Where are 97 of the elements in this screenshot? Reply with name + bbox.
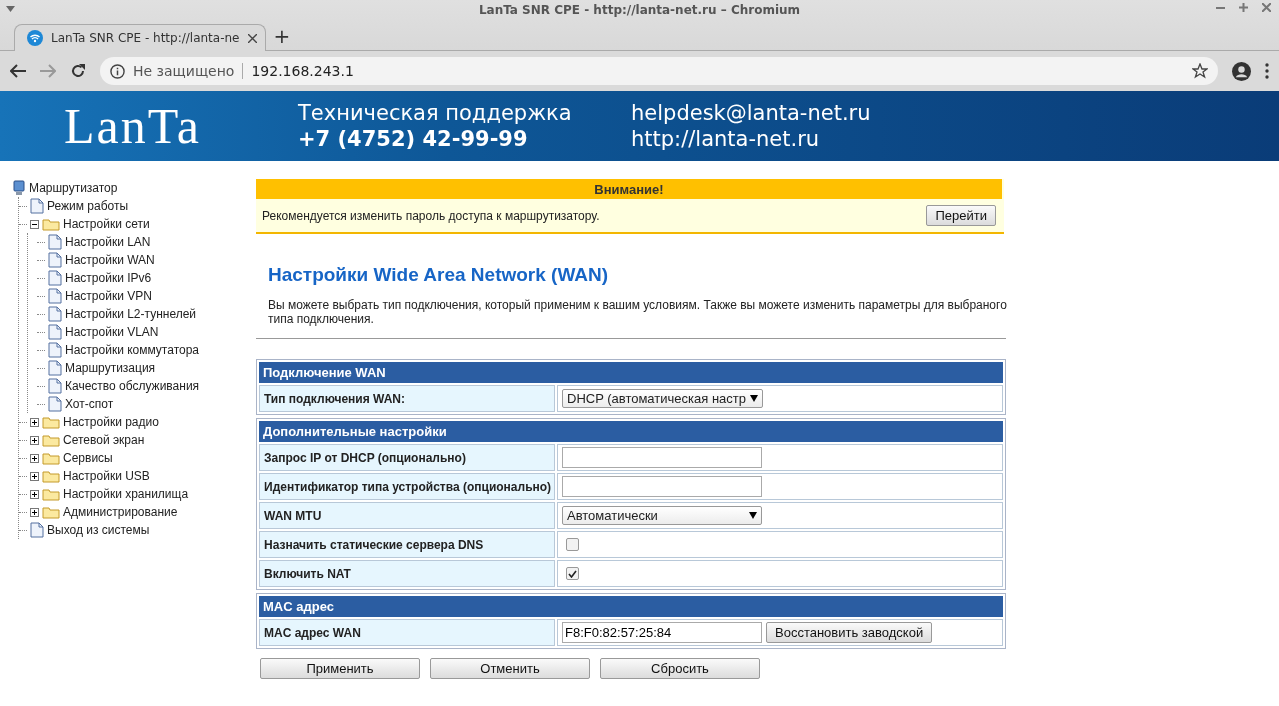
sidebar-item[interactable]: Настройки VLAN bbox=[65, 325, 159, 339]
security-status: Не защищено bbox=[133, 63, 244, 79]
sidebar-item[interactable]: Настройки коммутатора bbox=[65, 343, 200, 357]
folder-icon bbox=[42, 415, 60, 429]
restore-button[interactable]: Восстановить заводской bbox=[766, 622, 933, 643]
close-icon[interactable] bbox=[1262, 3, 1271, 12]
info-icon[interactable] bbox=[110, 63, 125, 79]
page-icon bbox=[30, 198, 44, 214]
sidebar-item[interactable]: Настройки LAN bbox=[65, 235, 151, 249]
support-email: helpdesk@lanta-net.ru bbox=[631, 101, 872, 125]
sidebar-item[interactable]: Качество обслуживания bbox=[65, 379, 200, 393]
new-tab-button[interactable]: + bbox=[273, 24, 291, 48]
checkbox[interactable] bbox=[566, 538, 579, 551]
page-icon bbox=[30, 522, 44, 538]
page-icon bbox=[48, 288, 62, 304]
field-label: Идентификатор типа устройства (опционально) bbox=[259, 473, 555, 500]
page-icon bbox=[48, 306, 62, 322]
dropdown[interactable]: Автоматически bbox=[562, 506, 762, 525]
wifi-icon bbox=[27, 30, 43, 46]
folder-icon bbox=[42, 217, 60, 231]
sidebar-item[interactable]: Хот-спот bbox=[65, 397, 114, 411]
account-icon[interactable] bbox=[1232, 61, 1251, 81]
page-icon bbox=[48, 342, 62, 358]
sidebar-item[interactable]: Настройки хранилища bbox=[63, 487, 189, 501]
input-field[interactable] bbox=[562, 476, 762, 497]
page-title: Настройки Wide Area Network (WAN) bbox=[268, 264, 610, 286]
computer-icon bbox=[12, 180, 26, 196]
support-phone: +7 (4752) 42-99-99 bbox=[298, 127, 529, 151]
expand-icon[interactable] bbox=[30, 507, 39, 517]
sidebar-item[interactable]: Администрирование bbox=[63, 505, 178, 519]
tab-title: LanTa SNR CPE - http://lanta-ne bbox=[51, 31, 240, 45]
folder-icon bbox=[42, 487, 60, 501]
sidebar-item[interactable]: Маршрутизатор bbox=[29, 181, 118, 195]
menu-icon[interactable] bbox=[1265, 63, 1269, 79]
page-icon bbox=[48, 360, 62, 376]
sidebar-item[interactable]: Выход из системы bbox=[47, 523, 150, 537]
back-icon[interactable] bbox=[10, 64, 26, 78]
expand-icon[interactable] bbox=[30, 489, 39, 499]
menu-caret-icon[interactable] bbox=[6, 6, 15, 12]
folder-icon bbox=[42, 469, 60, 483]
go-button[interactable]: Перейти bbox=[926, 205, 996, 226]
sidebar-item[interactable]: Настройки IPv6 bbox=[65, 271, 152, 285]
field-label: MAC адрес WAN bbox=[259, 619, 555, 646]
sidebar-item[interactable]: Сервисы bbox=[63, 451, 113, 465]
sidebar-item[interactable]: Настройки сети bbox=[63, 217, 150, 231]
section-header: MAC адрес bbox=[259, 596, 1003, 617]
field-label: Включить NAT bbox=[259, 560, 555, 587]
field-label: Тип подключения WAN: bbox=[259, 385, 555, 412]
page-icon bbox=[48, 234, 62, 250]
folder-icon bbox=[42, 433, 60, 447]
site-url: http://lanta-net.ru bbox=[631, 127, 821, 151]
url-field[interactable]: 192.168.243.1 bbox=[251, 63, 1184, 79]
page-icon bbox=[48, 270, 62, 286]
dropdown[interactable]: DHCP (автоматическая настр bbox=[562, 389, 763, 408]
sidebar-item[interactable]: Настройки VPN bbox=[65, 289, 152, 303]
folder-icon bbox=[42, 451, 60, 465]
collapse-icon[interactable] bbox=[30, 219, 39, 229]
action-button[interactable]: Сбросить bbox=[600, 658, 760, 679]
expand-icon[interactable] bbox=[30, 453, 39, 463]
expand-icon[interactable] bbox=[30, 471, 39, 481]
folder-icon bbox=[42, 505, 60, 519]
close-icon[interactable] bbox=[247, 33, 257, 43]
section-header: Дополнительные настройки bbox=[259, 421, 1003, 442]
alert-title: Внимание! bbox=[256, 179, 1002, 199]
reload-icon[interactable] bbox=[70, 63, 86, 79]
checkbox[interactable] bbox=[566, 567, 579, 580]
field-label: Назначить статические сервера DNS bbox=[259, 531, 555, 558]
sidebar-item[interactable]: Режим работы bbox=[47, 199, 129, 213]
page-icon bbox=[48, 396, 62, 412]
mac-field[interactable]: F8:F0:82:57:25:84 bbox=[562, 622, 762, 643]
star-icon[interactable] bbox=[1192, 63, 1208, 79]
window-title: LanTa SNR CPE - http://lanta-net.ru – Chromium bbox=[478, 3, 801, 17]
field-label: WAN MTU bbox=[259, 502, 555, 529]
maximize-icon[interactable] bbox=[1239, 3, 1248, 12]
expand-icon[interactable] bbox=[30, 417, 39, 427]
field-label: Запрос IP от DHCP (опционально) bbox=[259, 444, 555, 471]
logo: LanTa bbox=[63, 97, 202, 155]
action-button[interactable]: Применить bbox=[260, 658, 420, 679]
caret-icon bbox=[750, 395, 758, 402]
page-icon bbox=[48, 324, 62, 340]
caret-icon bbox=[749, 512, 757, 519]
page-icon bbox=[48, 378, 62, 394]
browser-tab[interactable]: LanTa SNR CPE - http://lanta-ne bbox=[14, 24, 266, 51]
sidebar-item[interactable]: Настройки радио bbox=[63, 415, 159, 429]
sidebar-item[interactable]: Настройки WAN bbox=[65, 253, 155, 267]
sidebar-item[interactable]: Маршрутизация bbox=[65, 361, 156, 375]
page-description: Вы можете выбрать тип подключения, который применим к вашим условиям. Также вы можете изменить параметры для выбраного типа подключения. bbox=[268, 298, 1008, 326]
input-field[interactable] bbox=[562, 447, 762, 468]
page-icon bbox=[48, 252, 62, 268]
expand-icon[interactable] bbox=[30, 435, 39, 445]
section-header: Подключение WAN bbox=[259, 362, 1003, 383]
action-button[interactable]: Отменить bbox=[430, 658, 590, 679]
sidebar-item[interactable]: Настройки L2-туннелей bbox=[65, 307, 197, 321]
sidebar-item[interactable]: Настройки USB bbox=[63, 469, 150, 483]
support-title: Техническая поддержка bbox=[298, 101, 573, 125]
alert-message: Рекомендуется изменить пароль доступа к маршрутизатору. bbox=[262, 208, 600, 223]
sidebar-item[interactable]: Сетевой экран bbox=[63, 433, 145, 447]
